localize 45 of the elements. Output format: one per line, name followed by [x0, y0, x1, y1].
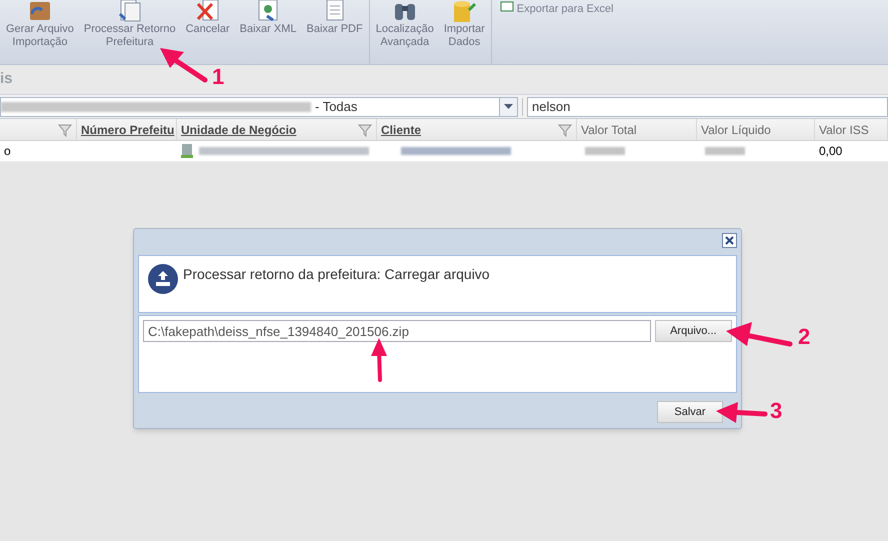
search-field[interactable]: nelson: [527, 96, 888, 116]
column-header[interactable]: Valor Líquido: [697, 119, 815, 140]
filter-icon[interactable]: [558, 122, 572, 136]
save-button[interactable]: Salvar: [657, 401, 723, 423]
section-title: is: [0, 69, 13, 90]
table-cell-text: 0,00: [818, 143, 844, 160]
toolbar-button[interactable]: Cancelar: [182, 0, 234, 36]
toolbar-button[interactable]: Baixar XML: [236, 0, 300, 36]
file-path-field[interactable]: C:\fakepath\deiss_nfse_1394840_201506.zip: [143, 320, 651, 342]
toolbar-button[interactable]: Baixar PDF: [302, 0, 367, 36]
toolbar-button[interactable]: Exportar para Excel: [494, 1, 620, 18]
filter-icon[interactable]: [58, 122, 72, 136]
filter-icon[interactable]: [358, 122, 372, 136]
document-arrow-icon: [116, 0, 143, 22]
close-button[interactable]: [722, 233, 737, 248]
annotation-arrow: [716, 402, 768, 423]
close-icon: [725, 236, 734, 245]
table-cell-text: o: [3, 143, 12, 160]
blurred-link[interactable]: [401, 147, 511, 155]
column-header[interactable]: Cliente: [377, 119, 577, 140]
blurred-text: [585, 147, 625, 155]
column-header[interactable]: Valor ISS: [815, 119, 888, 140]
document-cross-icon: [194, 0, 221, 22]
toolbar-button[interactable]: Gerar Arquivo Importação: [2, 0, 78, 49]
toolbar-button[interactable]: Localização Avançada: [372, 0, 438, 49]
annotation-number: 2: [798, 326, 810, 348]
annotation-arrow: [160, 48, 208, 82]
company-select[interactable]: - Todas: [0, 96, 518, 116]
building-icon: [181, 144, 193, 158]
dialog-title: Processar retorno da prefeitura: Carregar arquivo: [183, 265, 490, 284]
column-header[interactable]: Unidade de Negócio: [177, 119, 377, 140]
database-arrow-icon: [451, 0, 478, 22]
dropdown-caret-icon[interactable]: [499, 98, 517, 116]
annotation-arrow: [726, 322, 792, 346]
toolbar-button[interactable]: Importar Dados: [440, 0, 489, 49]
annotation-number: 3: [770, 400, 782, 422]
spreadsheet-icon: [500, 1, 514, 12]
cloud-upload-icon: [147, 262, 179, 294]
toolbar-button[interactable]: Processar Retorno Prefeitura: [80, 0, 180, 49]
annotation-number: 1: [212, 66, 224, 88]
browse-button[interactable]: Arquivo...: [654, 320, 732, 342]
annotation-arrow: [371, 338, 387, 382]
column-header[interactable]: Número Prefeitu: [77, 119, 177, 140]
column-header[interactable]: Valor Total: [577, 119, 697, 140]
blurred-text: [705, 147, 745, 155]
